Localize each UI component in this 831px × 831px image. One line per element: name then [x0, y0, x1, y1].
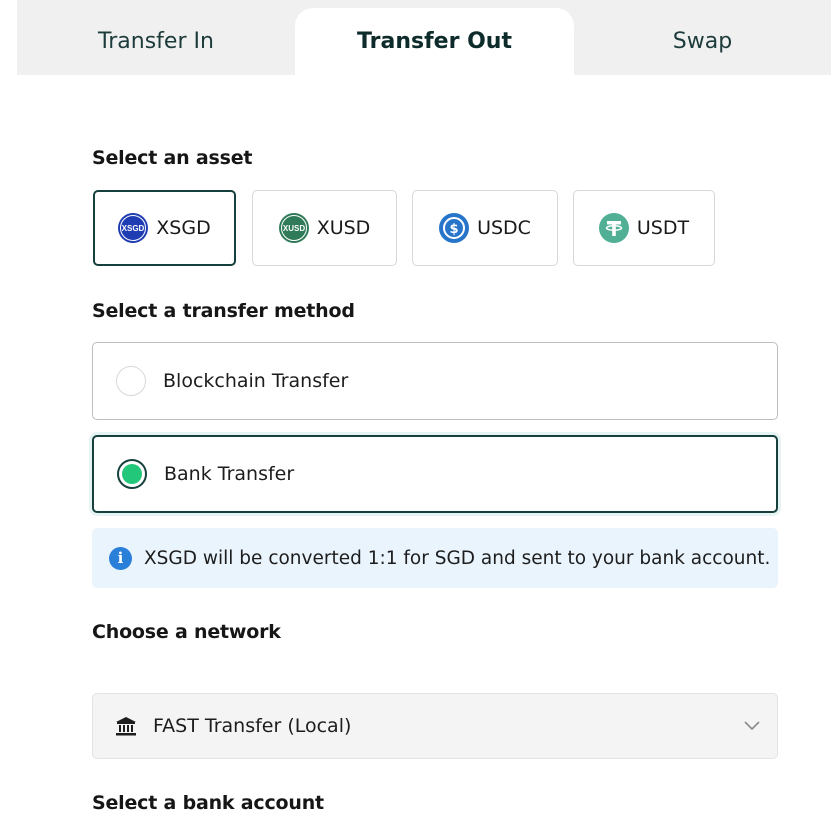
- page-margin: [0, 0, 17, 831]
- asset-label: XUSD: [316, 217, 371, 239]
- transfer-method-heading: Select a transfer method: [92, 300, 355, 322]
- asset-label: USDC: [477, 217, 531, 239]
- bank-account-heading: Select a bank account: [92, 792, 324, 814]
- network-selected-value: FAST Transfer (Local): [153, 715, 352, 737]
- tab-swap[interactable]: Swap: [574, 8, 831, 75]
- tab-transfer-out[interactable]: Transfer Out: [295, 8, 574, 75]
- asset-label: USDT: [636, 217, 690, 239]
- usdt-icon: [598, 213, 629, 243]
- chevron-down-icon: [744, 721, 760, 731]
- usdc-icon: $: [439, 213, 470, 243]
- select-asset-heading: Select an asset: [92, 147, 253, 169]
- tab-transfer-in[interactable]: Transfer In: [17, 8, 295, 75]
- xsgd-icon: XSGD: [118, 213, 149, 243]
- asset-button-xsgd[interactable]: XSGD XSGD: [93, 190, 236, 266]
- bank-icon: [116, 717, 136, 736]
- radio-button[interactable]: [116, 366, 146, 396]
- asset-label: XSGD: [156, 217, 211, 239]
- asset-button-usdc[interactable]: $ USDC: [412, 190, 558, 266]
- option-bank-transfer[interactable]: Bank Transfer: [92, 435, 778, 513]
- xusd-icon: XUSD: [278, 213, 309, 243]
- info-icon: i: [109, 546, 132, 570]
- network-select[interactable]: FAST Transfer (Local): [92, 693, 778, 759]
- option-label: Bank Transfer: [164, 463, 295, 485]
- svg-text:$: $: [450, 222, 459, 237]
- tab-bar: Transfer In Transfer Out Swap: [17, 0, 831, 75]
- svg-text:XUSD: XUSD: [283, 224, 305, 233]
- info-text: XSGD will be converted 1:1 for SGD and s…: [144, 547, 771, 569]
- info-notice: i XSGD will be converted 1:1 for SGD and…: [92, 528, 778, 588]
- svg-text:XSGD: XSGD: [122, 224, 145, 233]
- option-label: Blockchain Transfer: [163, 370, 349, 392]
- radio-button-selected[interactable]: [117, 459, 147, 489]
- asset-button-usdt[interactable]: USDT: [573, 190, 715, 266]
- option-blockchain-transfer[interactable]: Blockchain Transfer: [92, 342, 778, 420]
- network-heading: Choose a network: [92, 621, 281, 643]
- asset-button-xusd[interactable]: XUSD XUSD: [252, 190, 397, 266]
